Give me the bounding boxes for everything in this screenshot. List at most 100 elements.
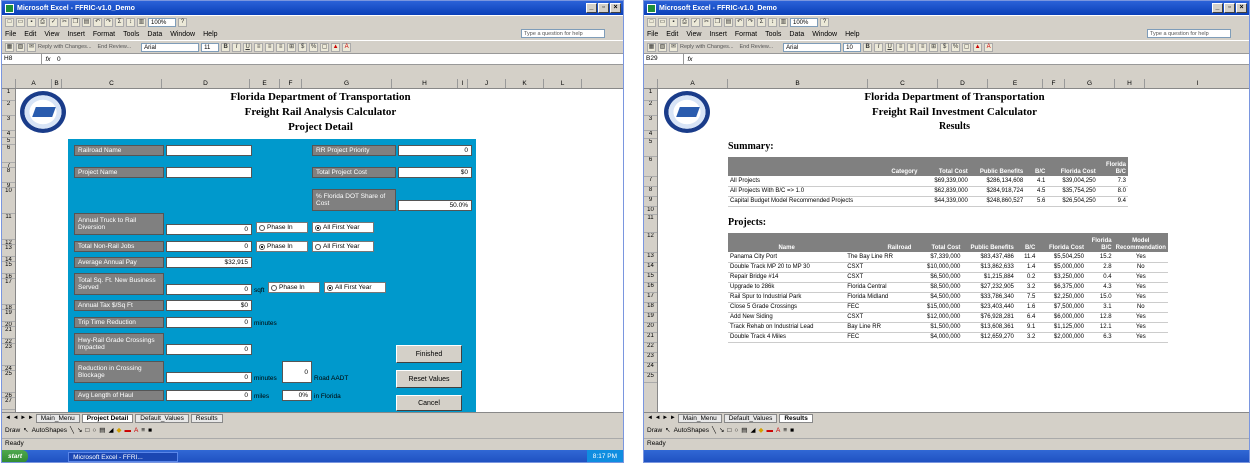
menu-edit[interactable]: Edit bbox=[24, 31, 36, 38]
project-cell[interactable]: 0.4 bbox=[1085, 272, 1114, 283]
reset-values-button[interactable]: Reset Values bbox=[396, 370, 462, 388]
rectangle-icon[interactable]: □ bbox=[727, 427, 731, 434]
formula-input[interactable]: 0 bbox=[54, 56, 61, 63]
tax-input[interactable]: $0 bbox=[166, 300, 252, 311]
end-review[interactable]: End Review... bbox=[98, 44, 132, 50]
italic-icon[interactable]: I bbox=[874, 42, 884, 52]
font-color-icon[interactable]: A bbox=[984, 42, 994, 52]
oval-icon[interactable]: ○ bbox=[92, 427, 96, 434]
menu-format[interactable]: Format bbox=[93, 31, 115, 38]
line-icon[interactable]: ╲ bbox=[70, 426, 74, 434]
menu-window[interactable]: Window bbox=[170, 31, 195, 38]
jobs-all-first-year-radio[interactable]: All First Year bbox=[312, 241, 374, 252]
row-header[interactable]: 8 bbox=[644, 187, 657, 197]
underline-icon[interactable]: U bbox=[243, 42, 253, 52]
textbox-icon[interactable]: ▤ bbox=[741, 426, 747, 434]
project-cell[interactable]: 12.1 bbox=[1085, 322, 1114, 333]
row-header[interactable]: 7 bbox=[644, 177, 657, 187]
align-right-icon[interactable]: ≡ bbox=[276, 42, 286, 52]
merge-icon[interactable]: ⊞ bbox=[287, 42, 297, 52]
font-color-icon[interactable]: A bbox=[776, 427, 780, 434]
compare-icon[interactable]: ▧ bbox=[16, 42, 25, 52]
project-cell[interactable]: Repair Bridge #14 bbox=[728, 272, 846, 283]
col-header[interactable]: C bbox=[868, 79, 938, 88]
fill-color-icon[interactable]: ▲ bbox=[973, 42, 983, 52]
row-header[interactable]: 16 bbox=[644, 283, 657, 293]
project-cell[interactable]: $1,125,000 bbox=[1037, 322, 1086, 333]
project-cell[interactable]: Bay Line RR bbox=[845, 322, 914, 333]
restore-button[interactable]: ▫ bbox=[1224, 3, 1235, 13]
sqft-all-first-year-radio[interactable]: All First Year bbox=[324, 282, 386, 293]
sqft-phase-in-radio[interactable]: Phase In bbox=[268, 282, 320, 293]
project-cell[interactable]: $12,659,270 bbox=[962, 332, 1016, 343]
menu-insert[interactable]: Insert bbox=[709, 31, 727, 38]
tab-default-values[interactable]: Default_Values bbox=[135, 413, 189, 423]
col-header[interactable]: J bbox=[468, 79, 506, 88]
project-cell[interactable]: Double Track 4 Miles bbox=[728, 332, 846, 343]
project-cell[interactable]: 7.5 bbox=[1015, 292, 1038, 303]
close-button[interactable]: × bbox=[610, 3, 621, 13]
project-cell[interactable]: $76,928,281 bbox=[962, 312, 1016, 323]
redo-icon[interactable]: ↷ bbox=[746, 17, 755, 27]
row-header[interactable]: 4 bbox=[644, 131, 657, 139]
project-cell[interactable]: $1,500,000 bbox=[913, 322, 963, 333]
copy-icon[interactable]: ❐ bbox=[713, 17, 722, 27]
project-cell[interactable]: 3.1 bbox=[1085, 302, 1114, 313]
project-cell[interactable]: Yes bbox=[1113, 312, 1168, 323]
new-icon[interactable]: □ bbox=[647, 17, 656, 27]
non-rail-jobs-input[interactable]: 0 bbox=[166, 241, 252, 252]
row-header[interactable]: 19 bbox=[2, 310, 15, 322]
draw-menu[interactable]: Draw bbox=[647, 427, 662, 434]
row-header[interactable]: 6 bbox=[644, 157, 657, 177]
project-cell[interactable]: $6,500,000 bbox=[913, 272, 963, 283]
project-cell[interactable]: $4,500,000 bbox=[913, 292, 963, 303]
minimize-button[interactable]: _ bbox=[1212, 3, 1223, 13]
project-cell[interactable]: $4,000,000 bbox=[913, 332, 963, 343]
col-header[interactable]: E bbox=[250, 79, 280, 88]
col-header[interactable]: D bbox=[162, 79, 250, 88]
autosum-icon[interactable]: Σ bbox=[115, 17, 124, 27]
save-icon[interactable]: ▪ bbox=[27, 17, 36, 27]
line-color-icon[interactable]: ▬ bbox=[124, 427, 131, 434]
restore-button[interactable]: ▫ bbox=[598, 3, 609, 13]
tab-default-values[interactable]: Default_Values bbox=[723, 413, 778, 423]
haul-input[interactable]: 0 bbox=[166, 390, 252, 401]
menu-data[interactable]: Data bbox=[147, 31, 162, 38]
row-header[interactable]: 21 bbox=[644, 333, 657, 343]
row-header[interactable]: 20 bbox=[644, 323, 657, 333]
project-cell[interactable]: No bbox=[1113, 262, 1168, 273]
currency-icon[interactable]: $ bbox=[940, 42, 950, 52]
project-cell[interactable]: 1.4 bbox=[1015, 262, 1038, 273]
summary-cell[interactable]: 9.4 bbox=[1097, 196, 1128, 207]
menu-window[interactable]: Window bbox=[812, 31, 837, 38]
row-header[interactable]: 27 bbox=[2, 398, 15, 410]
row-header[interactable]: 23 bbox=[644, 353, 657, 363]
project-cell[interactable]: 15.2 bbox=[1085, 252, 1114, 263]
row-header[interactable]: 3 bbox=[2, 116, 15, 131]
menu-format[interactable]: Format bbox=[735, 31, 757, 38]
borders-icon[interactable]: ▢ bbox=[962, 42, 972, 52]
project-cell[interactable]: Close 5 Grade Crossings bbox=[728, 302, 846, 313]
sqft-input[interactable]: 0 bbox=[166, 284, 252, 295]
row-header[interactable]: 12 bbox=[644, 233, 657, 253]
chart-icon[interactable]: ▥ bbox=[779, 17, 788, 27]
row-header[interactable]: 24 bbox=[644, 363, 657, 373]
project-cell[interactable]: 11.4 bbox=[1015, 252, 1038, 263]
menu-file[interactable]: File bbox=[647, 31, 658, 38]
arrow-icon[interactable]: ↘ bbox=[719, 426, 724, 434]
project-cell[interactable]: Track Rehab on Industrial Lead bbox=[728, 322, 846, 333]
row-header[interactable]: 3 bbox=[644, 116, 657, 131]
row-header[interactable]: 6 bbox=[2, 145, 15, 163]
row-header[interactable]: 14 bbox=[644, 263, 657, 273]
tab-nav-icon[interactable]: ◄ ◄ ► ► bbox=[647, 415, 676, 421]
project-cell[interactable]: $15,000,000 bbox=[913, 302, 963, 313]
project-cell[interactable]: $13,608,361 bbox=[962, 322, 1016, 333]
menu-data[interactable]: Data bbox=[789, 31, 804, 38]
line-style-icon[interactable]: ≡ bbox=[783, 427, 787, 434]
fx-icon[interactable]: fx bbox=[684, 56, 696, 63]
project-cell[interactable]: Panama City Port bbox=[728, 252, 846, 263]
percent-icon[interactable]: % bbox=[951, 42, 961, 52]
end-review[interactable]: End Review... bbox=[740, 44, 774, 50]
sort-icon[interactable]: ↕ bbox=[126, 17, 135, 27]
review-icon[interactable]: ▦ bbox=[5, 42, 14, 52]
